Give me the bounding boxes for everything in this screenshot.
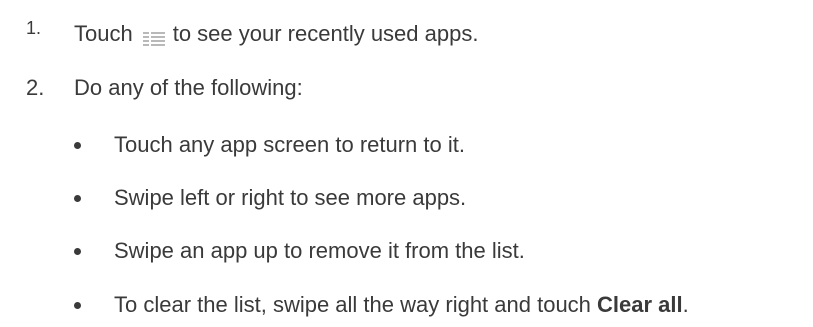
- clear-all-label: Clear all: [597, 292, 683, 317]
- step-text-after-icon: to see your recently used apps.: [172, 21, 479, 46]
- bullet-text: Swipe left or right to see more apps.: [114, 185, 467, 210]
- bullet-icon: [74, 142, 81, 149]
- bullet-text: To clear the list, swipe all the way rig…: [114, 289, 689, 321]
- step-text: Touch to see your recently used apps.: [74, 18, 478, 50]
- step-number: 2.: [26, 75, 45, 100]
- bullet-icon: [74, 302, 81, 309]
- step-text: Do any of the following:: [74, 75, 303, 100]
- recent-apps-icon: [142, 29, 165, 47]
- step-number: 1.: [26, 18, 42, 38]
- bullet-icon: [74, 248, 81, 255]
- bullet-text-before-bold: To clear the list, swipe all the way rig…: [114, 292, 598, 317]
- bullet-text: Swipe an app up to remove it from the li…: [114, 238, 525, 263]
- bullet-icon: [74, 195, 81, 202]
- bullet-text-after-bold: .: [682, 292, 689, 317]
- bullet-text: Touch any app screen to return to it.: [114, 132, 465, 157]
- step-text-before-icon: Touch: [74, 21, 133, 46]
